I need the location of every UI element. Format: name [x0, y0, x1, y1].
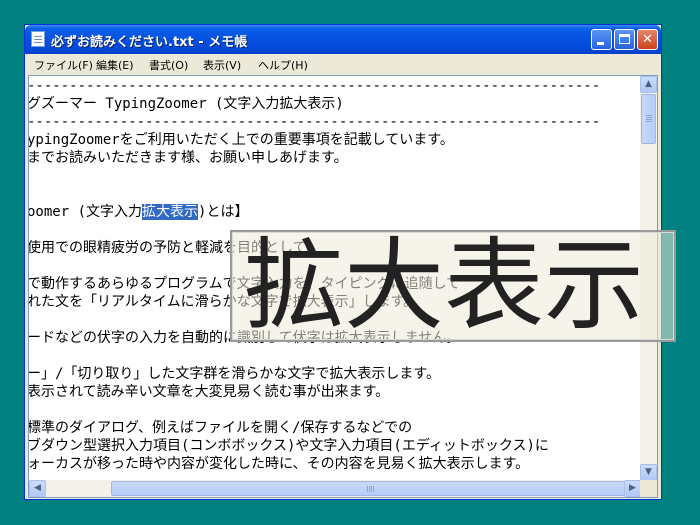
horizontal-scroll-thumb[interactable] [111, 481, 629, 496]
heading-line: oomer (文字入力拡大表示)とは】 [29, 203, 248, 221]
zoom-popup: 拡大表示 [230, 230, 676, 342]
scrollbar-corner [640, 480, 657, 497]
heading-text-after: )とは】 [198, 204, 249, 220]
window-title: 必ずお読みください.txt - メモ帳 [51, 35, 248, 50]
text-line: ----------------------------------------… [29, 114, 601, 130]
text-line: ypingZoomerをご利用いただく上での重要事項を記載しています。 [29, 132, 454, 148]
vertical-scroll-thumb[interactable] [641, 94, 656, 144]
text-line: ----------------------------------------… [29, 78, 601, 94]
text-line: ブダウン型選択入力項目(コンボボックス)や文字入力項目(エディットボックス)に [29, 438, 549, 454]
close-button[interactable]: ✕ [637, 29, 658, 50]
selected-text: 拡大表示 [142, 204, 199, 220]
text-line: ォーカスが移った時や内容が変化した時に、その内容を見易く拡大表示します。 [29, 456, 530, 472]
menu-file[interactable]: ファイル(F) [34, 57, 93, 73]
notepad-icon[interactable] [31, 31, 45, 47]
scroll-left-button[interactable]: ◀ [29, 480, 46, 497]
menu-edit[interactable]: 編集(E) [96, 57, 134, 73]
horizontal-scrollbar[interactable]: ◀ ▶ [29, 480, 641, 497]
maximize-button[interactable] [614, 29, 635, 50]
heading-text-before: oomer (文字入力 [29, 204, 143, 220]
minimize-icon [597, 42, 604, 45]
maximize-icon [619, 34, 630, 44]
text-line: 標準のダイアログ、例えばファイルを開く/保存するなどでの [29, 420, 413, 436]
text-line: グズーマー TypingZoomer (文字入力拡大表示) [29, 96, 344, 112]
menu-view[interactable]: 表示(V) [203, 57, 241, 73]
scroll-right-button[interactable]: ▶ [624, 480, 641, 497]
menu-format[interactable]: 書式(O) [149, 57, 188, 73]
text-line: ー」/「切り取り」した文字群を滑らかな文字で拡大表示します。 [29, 366, 441, 382]
grip-icon [367, 486, 368, 492]
minimize-button[interactable] [591, 29, 612, 50]
menu-bar: ファイル(F) 編集(E) 書式(O) 表示(V) ヘルプ(H) [28, 54, 658, 74]
menu-help[interactable]: ヘルプ(H) [258, 57, 308, 73]
scroll-down-button[interactable]: ▼ [640, 464, 657, 481]
zoomed-text: 拡大表示 [244, 230, 644, 342]
text-line: までお読みいただきます様、お願い申しあげます。 [29, 150, 348, 166]
scroll-up-button[interactable]: ▲ [640, 76, 657, 93]
grip-icon [646, 115, 652, 116]
title-bar[interactable]: 必ずお読みください.txt - メモ帳 ✕ [25, 25, 661, 54]
text-line: 表示されて読み辛い文章を大変見易く読む事が出来ます。 [29, 384, 390, 400]
